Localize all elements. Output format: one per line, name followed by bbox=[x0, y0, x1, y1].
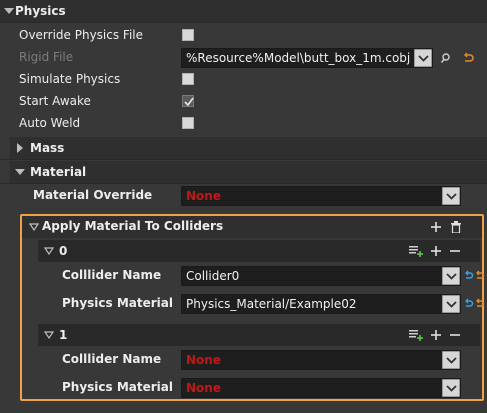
plus-icon[interactable] bbox=[430, 245, 442, 257]
rigid-file-field[interactable]: %Resource%Model\butt_box_1m.cobj bbox=[181, 48, 433, 68]
start-awake-label: Start Awake bbox=[19, 94, 91, 108]
browse-arrow-icon[interactable] bbox=[464, 298, 474, 310]
collider-0-name-dropdown-button[interactable] bbox=[442, 267, 460, 285]
collider-entry-0-index: 0 bbox=[59, 244, 68, 258]
override-physics-file-checkbox[interactable] bbox=[182, 29, 194, 41]
chevron-down-icon bbox=[446, 385, 457, 392]
apply-material-header[interactable]: Apply Material To Colliders bbox=[22, 216, 482, 238]
chevron-down-icon bbox=[446, 357, 457, 364]
triangle-right-icon[interactable] bbox=[17, 143, 23, 153]
reset-arrow-icon[interactable] bbox=[475, 298, 485, 310]
rigid-file-dropdown-button[interactable] bbox=[414, 49, 432, 67]
collider-1-name-field[interactable]: None bbox=[181, 350, 461, 370]
reset-arrow-icon[interactable] bbox=[462, 52, 474, 64]
physics-section-title: Physics bbox=[15, 4, 66, 18]
collider-entry-1-index: 1 bbox=[59, 328, 68, 342]
chevron-down-icon bbox=[446, 301, 457, 308]
collider-0-physics-material-dropdown-button[interactable] bbox=[442, 295, 460, 313]
mass-section-header[interactable]: Mass bbox=[10, 137, 487, 159]
material-section-header[interactable]: Material bbox=[10, 161, 487, 183]
rigid-file-label: Rigid File bbox=[19, 50, 74, 64]
chevron-down-icon bbox=[446, 273, 457, 280]
collider-entry-1-header[interactable]: 1 bbox=[38, 324, 480, 346]
collider-1-physics-material-field[interactable]: None bbox=[181, 378, 461, 398]
add-element-icon[interactable] bbox=[409, 329, 423, 341]
chevron-down-icon bbox=[418, 55, 429, 62]
apply-material-title: Apply Material To Colliders bbox=[42, 219, 224, 233]
triangle-down-icon[interactable] bbox=[29, 223, 39, 231]
material-section-title: Material bbox=[30, 165, 87, 179]
triangle-down-icon[interactable] bbox=[4, 8, 14, 14]
material-override-field[interactable]: None bbox=[181, 186, 461, 206]
auto-weld-checkbox[interactable] bbox=[182, 117, 194, 129]
collider-0-physics-material-field[interactable]: Physics_Material/Example02 bbox=[181, 294, 461, 314]
collider-0-name-label: Colllider Name bbox=[62, 268, 162, 282]
browse-arrow-icon[interactable] bbox=[464, 270, 474, 282]
collider-1-physics-material-label: Physics Material bbox=[62, 380, 174, 394]
search-icon[interactable] bbox=[440, 52, 452, 64]
plus-icon[interactable] bbox=[430, 329, 442, 341]
material-override-label: Material Override bbox=[33, 188, 153, 202]
material-override-dropdown-button[interactable] bbox=[442, 187, 460, 205]
simulate-physics-checkbox[interactable] bbox=[182, 73, 194, 85]
triangle-down-icon[interactable] bbox=[44, 247, 54, 255]
triangle-down-icon[interactable] bbox=[15, 169, 25, 175]
minus-icon[interactable] bbox=[449, 245, 461, 257]
minus-icon[interactable] bbox=[449, 329, 461, 341]
start-awake-checkbox[interactable] bbox=[182, 95, 194, 107]
reset-arrow-icon[interactable] bbox=[475, 270, 485, 282]
mass-section-title: Mass bbox=[30, 141, 65, 155]
collider-1-physics-material-dropdown-button[interactable] bbox=[442, 379, 460, 397]
trash-icon[interactable] bbox=[450, 221, 462, 233]
collider-entry-0-header[interactable]: 0 bbox=[38, 240, 480, 262]
triangle-down-icon[interactable] bbox=[44, 331, 54, 339]
checkmark-icon bbox=[184, 97, 194, 107]
auto-weld-label: Auto Weld bbox=[19, 116, 81, 130]
collider-0-name-field[interactable]: Collider0 bbox=[181, 266, 461, 286]
plus-icon[interactable] bbox=[430, 221, 442, 233]
collider-1-name-dropdown-button[interactable] bbox=[442, 351, 460, 369]
physics-section-header[interactable]: Physics bbox=[0, 0, 487, 22]
override-physics-file-label: Override Physics File bbox=[19, 28, 144, 42]
chevron-down-icon bbox=[446, 193, 457, 200]
simulate-physics-label: Simulate Physics bbox=[19, 72, 121, 86]
collider-1-name-label: Colllider Name bbox=[62, 352, 162, 366]
collider-0-physics-material-label: Physics Material bbox=[62, 296, 174, 310]
add-element-icon[interactable] bbox=[409, 245, 423, 257]
